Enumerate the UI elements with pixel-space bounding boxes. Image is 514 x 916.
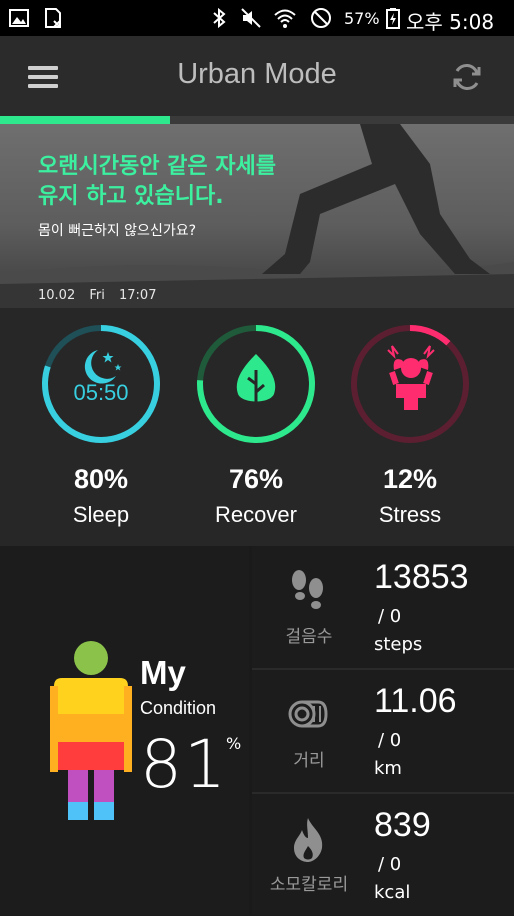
footprints-icon xyxy=(292,570,323,609)
posture-banner[interactable]: 오랜시간동안 같은 자세를 유지 하고 있습니다. 몸이 뻐근하지 않으신가요?… xyxy=(0,124,514,308)
banner-headline: 오랜시간동안 같은 자세를 유지 하고 있습니다. xyxy=(38,152,276,212)
steps-value: 13853 xyxy=(374,558,469,596)
calories-metric[interactable]: 소모칼로리 839 / 0 kcal xyxy=(252,794,514,916)
wifi-icon xyxy=(274,9,296,28)
condition-value: 81 xyxy=(140,726,228,803)
clock: 오후 5:08 xyxy=(406,10,495,34)
distance-metric[interactable]: 거리 11.06 / 0 km xyxy=(252,670,514,794)
condition-label: Condition xyxy=(140,698,217,718)
sleep-duration: 05:50 xyxy=(73,380,129,405)
sync-icon[interactable] xyxy=(450,60,484,94)
condition-title: My xyxy=(140,654,186,691)
calories-unit: kcal xyxy=(374,882,411,903)
app-bar: Urban Mode xyxy=(0,36,514,116)
stress-value: 12% xyxy=(382,464,438,494)
distance-value: 11.06 xyxy=(374,682,457,720)
banner-time: 17:07 xyxy=(119,288,157,303)
distance-name: 거리 xyxy=(293,751,325,771)
status-bar: 57% 오후 5:08 xyxy=(0,0,514,36)
progress-bar xyxy=(0,116,514,124)
block-icon xyxy=(311,8,331,28)
leaf-icon xyxy=(236,354,276,408)
distance-goal: / 0 xyxy=(378,730,402,751)
recover-value: 76% xyxy=(228,464,284,494)
distance-roll-icon xyxy=(288,700,328,728)
stats-row: 05:50 80% Sleep 76% Recover 12% Stress xyxy=(0,308,514,546)
steps-name: 걸음수 xyxy=(285,627,333,647)
banner-headline-line1: 오랜시간동안 같은 자세를 xyxy=(38,154,276,179)
recover-label: Recover xyxy=(215,502,297,527)
body-figure-icon xyxy=(50,641,132,820)
steps-metric[interactable]: 걸음수 13853 / 0 steps xyxy=(252,546,514,670)
steps-unit: steps xyxy=(374,634,423,655)
activity-metrics: 걸음수 13853 / 0 steps 거리 11.06 / 0 km 소모칼로… xyxy=(252,546,514,915)
battery-charging-icon xyxy=(386,8,400,29)
progress-fill xyxy=(0,116,170,124)
banner-day: Fri xyxy=(89,288,105,303)
bluetooth-icon xyxy=(213,7,226,29)
gallery-icon xyxy=(9,9,29,27)
my-condition-panel[interactable]: My Condition 81 % xyxy=(0,546,249,915)
sim-card-icon xyxy=(45,8,61,28)
distance-unit: km xyxy=(374,758,402,779)
condition-unit: % xyxy=(226,734,242,753)
calories-name: 소모칼로리 xyxy=(269,875,349,895)
sleep-value: 80% xyxy=(73,464,129,494)
calories-value: 839 xyxy=(374,806,431,844)
stressed-person-icon xyxy=(387,345,435,410)
banner-subtext: 몸이 뻐근하지 않으신가요? xyxy=(38,223,197,239)
battery-percent: 57% xyxy=(344,9,380,28)
mute-icon xyxy=(241,8,261,28)
banner-timestamp: 10.02 Fri 17:07 xyxy=(38,288,166,303)
steps-goal: / 0 xyxy=(378,606,402,627)
sleep-label: Sleep xyxy=(72,502,130,527)
banner-headline-line2: 유지 하고 있습니다. xyxy=(38,184,224,209)
calories-goal: / 0 xyxy=(378,854,402,875)
page-title: Urban Mode xyxy=(177,58,337,90)
banner-date: 10.02 xyxy=(38,288,76,303)
flame-icon xyxy=(294,818,323,862)
stress-label: Stress xyxy=(378,502,442,527)
